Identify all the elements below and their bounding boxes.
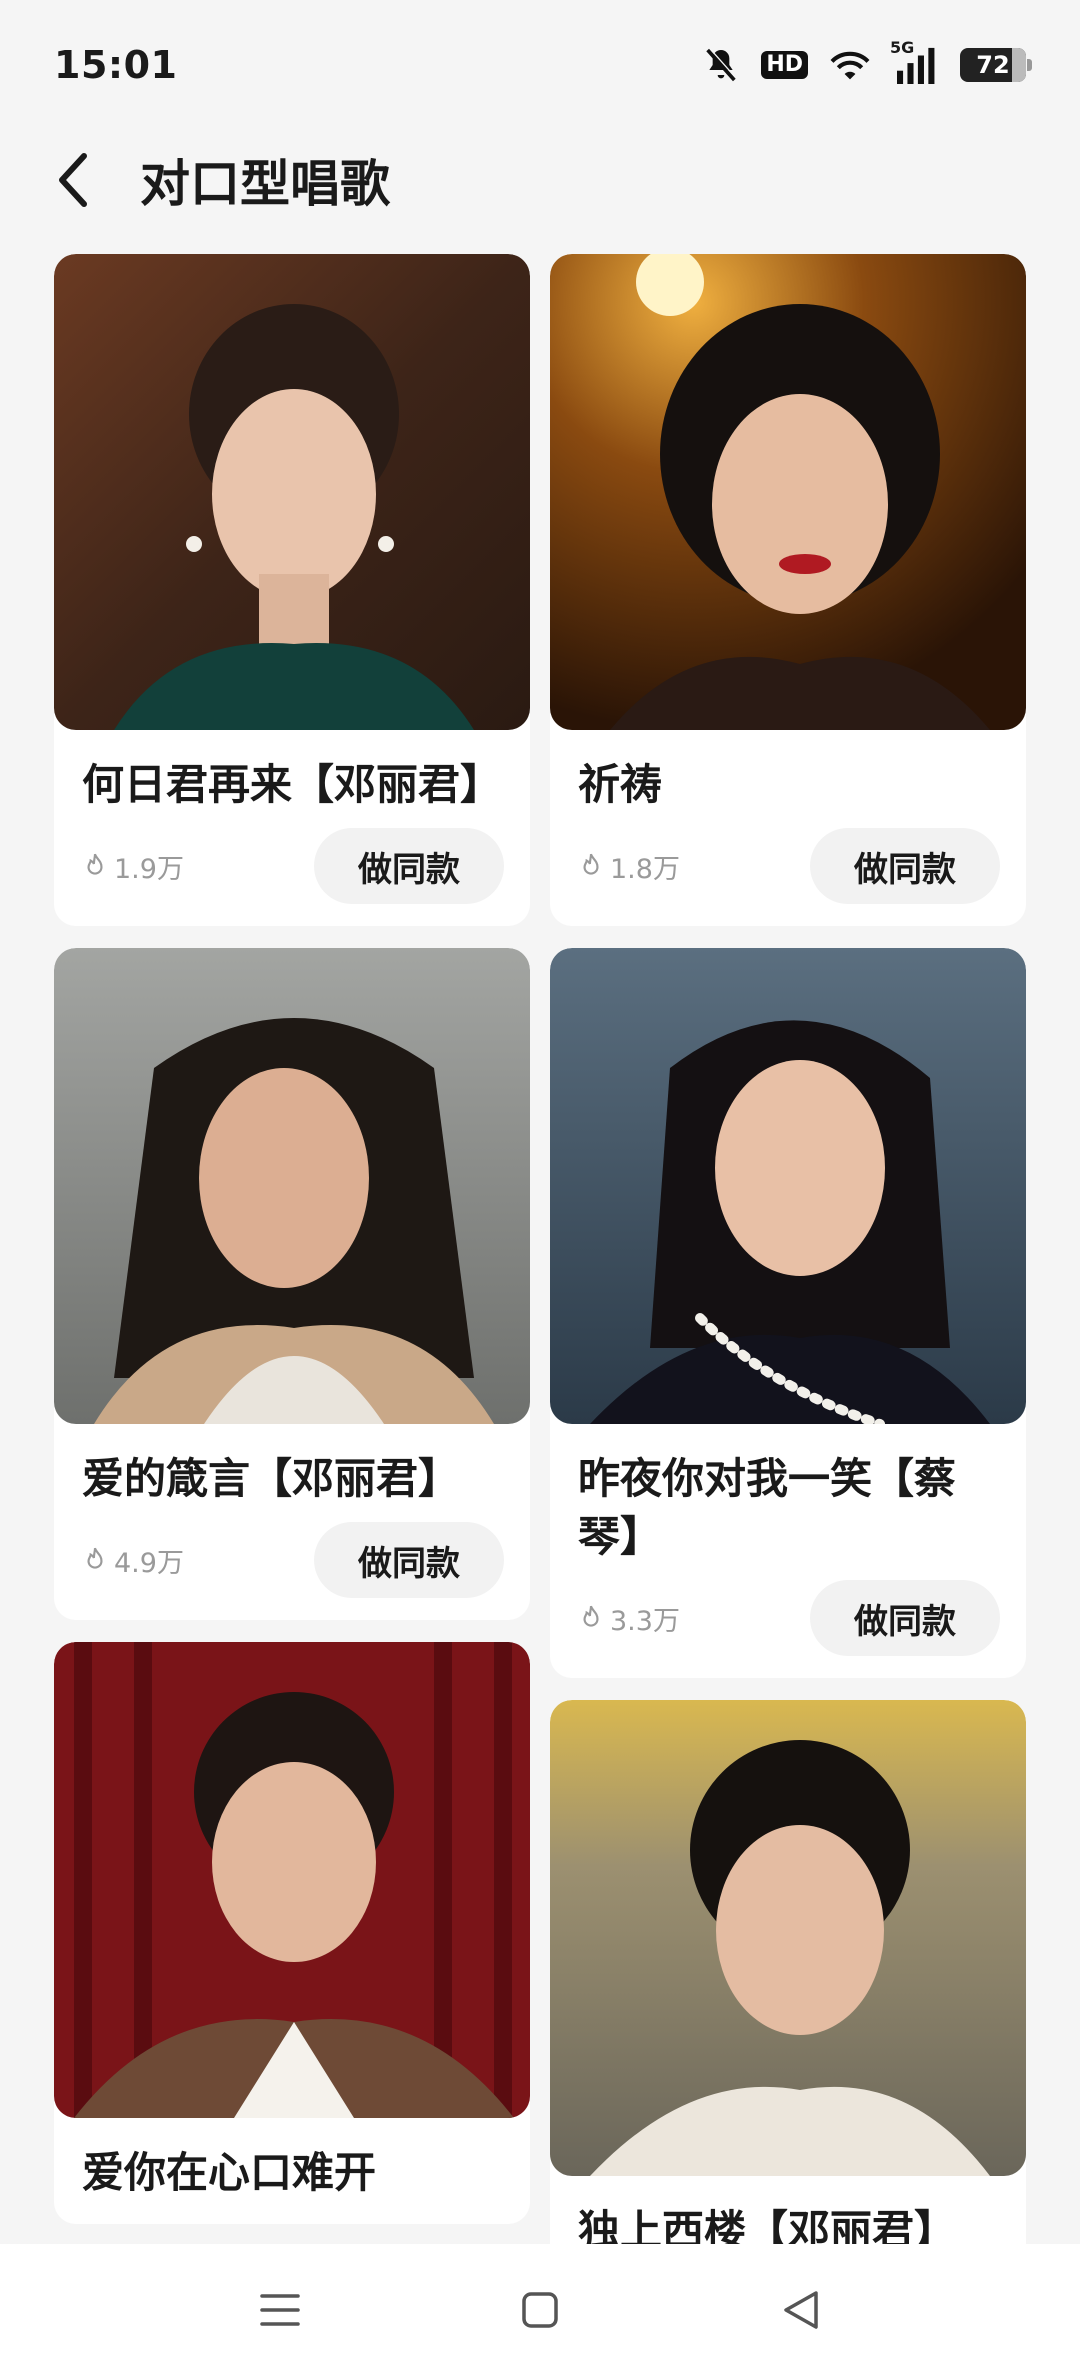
wifi-icon — [828, 47, 872, 83]
card-title: 爱的箴言【邓丽君】 — [82, 1454, 461, 1503]
portrait-image — [54, 1642, 530, 2118]
card-body: 独上西楼【邓丽君】 — [550, 2176, 1026, 2244]
battery-level: 72 — [976, 51, 1010, 79]
template-card[interactable]: 爱你在心口难开 — [54, 1642, 530, 2224]
make-same-button[interactable]: 做同款 — [314, 828, 504, 904]
system-nav-bar — [0, 2244, 1080, 2376]
hot-count: 1.9万 — [82, 847, 184, 886]
card-body: 何日君再来【邓丽君】 1.9万 做同款 — [54, 730, 530, 926]
status-time: 15:01 — [54, 43, 178, 87]
triangle-back-icon — [784, 2291, 818, 2329]
template-card[interactable]: 昨夜你对我一笑【蔡琴】 3.3万 做同款 — [550, 948, 1026, 1678]
portrait-image — [550, 254, 1026, 730]
status-icons: HD 5G 72 — [701, 38, 1032, 85]
template-thumbnail — [54, 254, 530, 730]
hot-count-value: 1.9万 — [114, 853, 184, 885]
flame-icon — [87, 1547, 103, 1569]
card-body: 祈祷 1.8万 做同款 — [550, 730, 1026, 926]
card-meta: 1.8万 做同款 — [578, 828, 1000, 904]
card-title: 独上西楼【邓丽君】 — [578, 2206, 957, 2244]
grid-column-left: 何日君再来【邓丽君】 1.9万 做同款 爱的箴言【邓丽君】 4.9万 做同款 爱… — [54, 254, 530, 2224]
card-body: 爱的箴言【邓丽君】 4.9万 做同款 — [54, 1424, 530, 1620]
portrait-image — [54, 254, 530, 730]
nav-menu-button[interactable] — [240, 2270, 320, 2350]
nav-back-button[interactable] — [760, 2270, 840, 2350]
hot-count-value: 3.3万 — [610, 1605, 680, 1637]
card-meta: 1.9万 做同款 — [82, 828, 504, 904]
chevron-left-icon — [59, 153, 87, 207]
template-card[interactable]: 何日君再来【邓丽君】 1.9万 做同款 — [54, 254, 530, 926]
network-type-label: 5G — [890, 38, 915, 57]
card-meta: 4.9万 做同款 — [82, 1522, 504, 1598]
grid-column-right: 祈祷 1.8万 做同款 昨夜你对我一笑【蔡琴】 3.3万 做同款 独上西楼【邓丽… — [550, 254, 1026, 2244]
card-title: 昨夜你对我一笑【蔡琴】 — [578, 1454, 957, 1561]
square-icon — [522, 2292, 558, 2328]
back-button[interactable] — [44, 150, 104, 210]
nav-home-button[interactable] — [500, 2270, 580, 2350]
template-thumbnail — [54, 1642, 530, 2118]
page-title: 对口型唱歌 — [140, 155, 390, 213]
bell-muted-icon — [701, 45, 741, 85]
hd-badge: HD — [761, 51, 808, 79]
portrait-image — [550, 1700, 1026, 2176]
card-title: 何日君再来【邓丽君】 — [82, 760, 503, 809]
hot-count: 4.9万 — [82, 1541, 184, 1580]
card-title: 祈祷 — [578, 760, 663, 809]
portrait-image — [54, 948, 530, 1424]
flame-icon — [87, 853, 103, 875]
portrait-image — [550, 948, 1026, 1424]
hot-count: 1.8万 — [578, 847, 680, 886]
make-same-button[interactable]: 做同款 — [810, 828, 1000, 904]
hot-count-value: 1.8万 — [610, 853, 680, 885]
battery-indicator: 72 — [960, 48, 1032, 82]
cellular-signal-icon: 5G — [890, 38, 940, 84]
hot-count: 3.3万 — [578, 1599, 680, 1638]
menu-icon — [260, 2294, 300, 2326]
make-same-button[interactable]: 做同款 — [810, 1580, 1000, 1656]
hot-count-value: 4.9万 — [114, 1547, 184, 1579]
template-thumbnail — [550, 948, 1026, 1424]
flame-icon — [583, 853, 599, 875]
template-thumbnail — [550, 1700, 1026, 2176]
card-meta: 3.3万 做同款 — [578, 1580, 1000, 1656]
screen: 15:01 HD 5G 72 对口型唱歌 何日君再来【邓丽君】 1.9万 做同款… — [0, 0, 1080, 2376]
template-thumbnail — [550, 254, 1026, 730]
flame-icon — [583, 1605, 599, 1627]
status-bar: 15:01 HD 5G 72 — [0, 0, 1080, 130]
card-title: 爱你在心口难开 — [82, 2148, 377, 2197]
template-card[interactable]: 爱的箴言【邓丽君】 4.9万 做同款 — [54, 948, 530, 1620]
template-thumbnail — [54, 948, 530, 1424]
make-same-button[interactable]: 做同款 — [314, 1522, 504, 1598]
header: 对口型唱歌 — [0, 130, 1080, 230]
template-card[interactable]: 祈祷 1.8万 做同款 — [550, 254, 1026, 926]
card-body: 爱你在心口难开 — [54, 2118, 530, 2224]
template-grid: 何日君再来【邓丽君】 1.9万 做同款 爱的箴言【邓丽君】 4.9万 做同款 爱… — [54, 254, 1026, 2244]
template-card[interactable]: 独上西楼【邓丽君】 — [550, 1700, 1026, 2244]
card-body: 昨夜你对我一笑【蔡琴】 3.3万 做同款 — [550, 1424, 1026, 1678]
